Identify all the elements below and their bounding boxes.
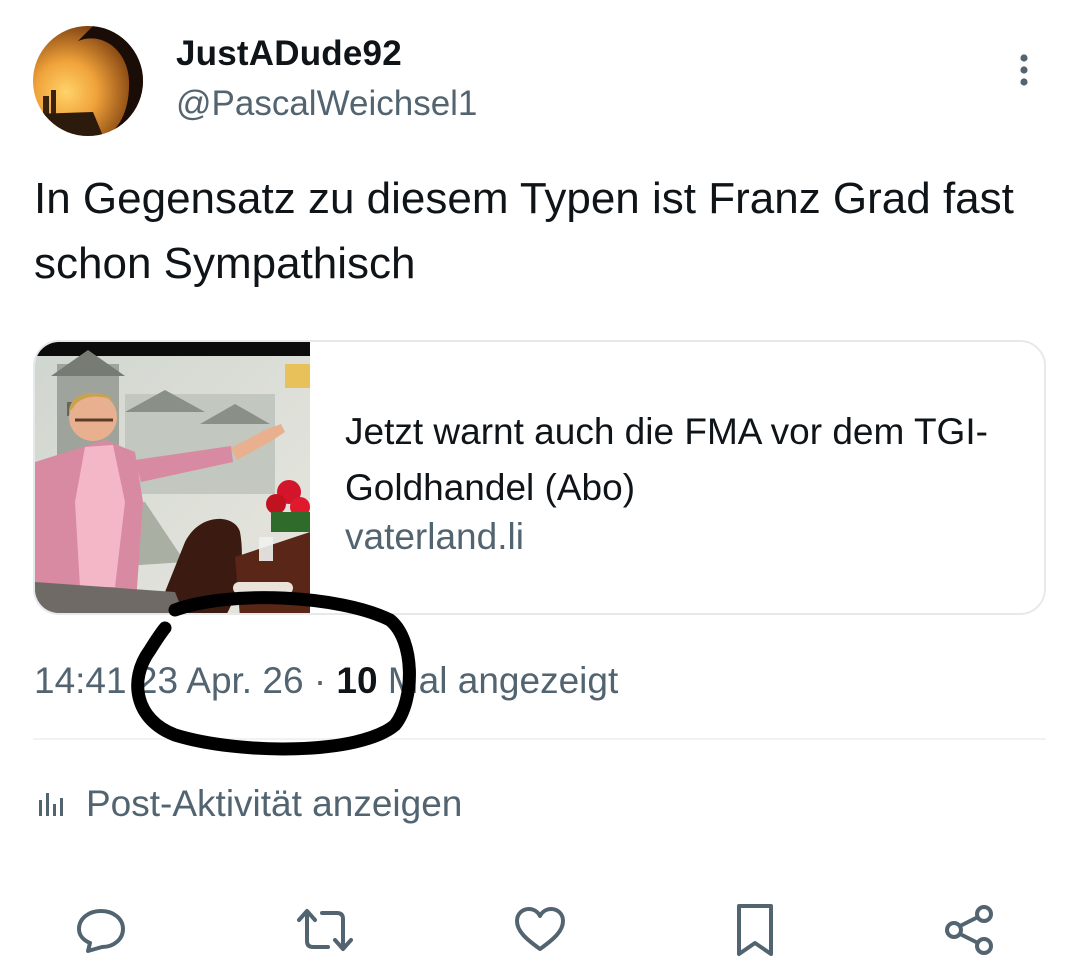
tweet-meta: 14:41 23 Apr. 26 · 10 Mal angezeigt <box>34 660 618 702</box>
avatar-image <box>33 26 143 136</box>
views-label: Mal angezeigt <box>387 660 619 701</box>
display-name[interactable]: JustADude92 <box>176 34 402 74</box>
meta-separator: · <box>313 660 327 701</box>
more-options-button[interactable] <box>1006 48 1042 92</box>
share-icon <box>945 905 993 955</box>
repost-icon <box>297 909 353 951</box>
repost-button[interactable] <box>290 895 360 965</box>
post-activity-label: Post-Aktivität anzeigen <box>86 783 463 824</box>
link-preview-title: Jetzt warnt auch die FMA vor dem TGI-Gol… <box>345 411 988 508</box>
post-activity-link[interactable]: Post-Aktivität anzeigen <box>36 782 462 826</box>
share-button[interactable] <box>934 895 1004 965</box>
views-count: 10 <box>336 660 378 701</box>
bookmark-button[interactable] <box>720 895 790 965</box>
user-handle[interactable]: @PascalWeichsel1 <box>176 84 477 124</box>
divider <box>33 738 1046 740</box>
analytics-icon <box>39 793 63 816</box>
action-bar <box>0 895 1080 965</box>
reply-button[interactable] <box>66 895 136 965</box>
like-icon <box>515 907 565 951</box>
tweet-date[interactable]: 23 Apr. 26 <box>137 660 304 701</box>
more-vertical-icon <box>1020 54 1028 86</box>
tweet-time[interactable]: 14:41 <box>34 660 127 701</box>
bookmark-icon <box>737 904 773 956</box>
like-button[interactable] <box>505 895 575 965</box>
link-preview-card[interactable]: Jetzt warnt auch die FMA vor dem TGI-Gol… <box>33 340 1046 615</box>
link-preview-domain: vaterland.li <box>345 516 524 557</box>
link-preview-image <box>35 342 311 613</box>
tweet-text: In Gegensatz zu diesem Typen ist Franz G… <box>34 174 1014 288</box>
avatar[interactable] <box>33 26 143 136</box>
reply-icon <box>77 909 125 953</box>
